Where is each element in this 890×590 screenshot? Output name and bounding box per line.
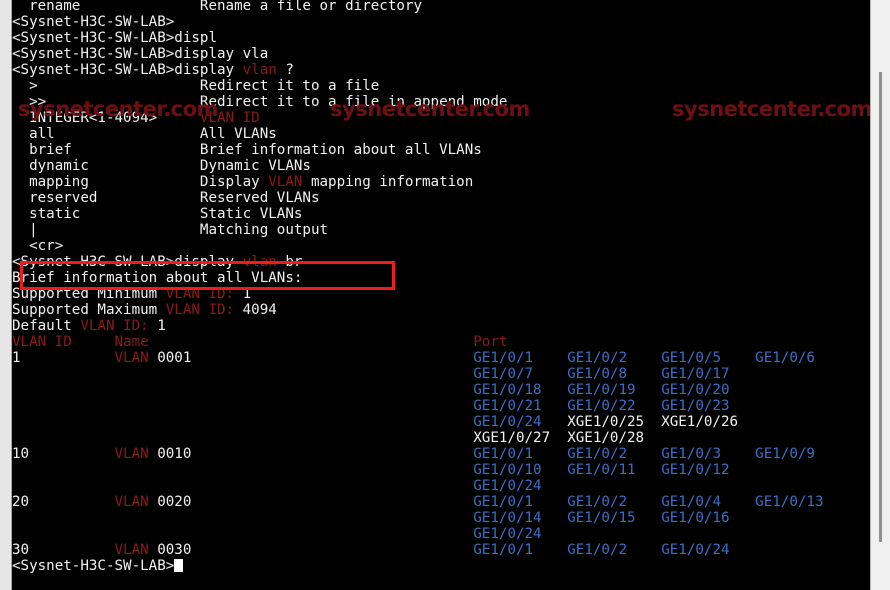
- terminal-line: <Sysnet-H3C-SW-LAB>display vlan br: [12, 254, 303, 270]
- terminal-line: > Redirect it to a file: [12, 78, 380, 94]
- terminal-line: 20 VLAN 0020 GE1/0/1 GE1/0/2 GE1/0/4 GE1…: [12, 494, 824, 510]
- terminal-line: GE1/0/14 GE1/0/15 GE1/0/16: [473, 510, 730, 526]
- terminal-line: <Sysnet-H3C-SW-LAB>: [12, 14, 175, 30]
- left-gutter: [0, 0, 12, 590]
- terminal-line: all All VLANs: [12, 126, 277, 142]
- terminal-line: XGE1/0/27 XGE1/0/28: [473, 430, 645, 446]
- terminal-line: static Static VLANs: [12, 206, 303, 222]
- terminal-screen[interactable]: rename Rename a file or directory <Sysnet…: [12, 0, 870, 590]
- terminal-line: GE1/0/10 GE1/0/11 GE1/0/12: [473, 462, 730, 478]
- terminal-line: GE1/0/24: [473, 478, 542, 494]
- terminal-line: Supported Maximum VLAN ID: 4094: [12, 302, 277, 318]
- terminal-line: <Sysnet-H3C-SW-LAB>display vla: [12, 46, 269, 62]
- terminal-line: >> Redirect it to a file in append mode: [12, 94, 508, 110]
- scrollbar-thumb[interactable]: [879, 72, 882, 542]
- terminal-line: GE1/0/18 GE1/0/19 GE1/0/20: [473, 382, 730, 398]
- terminal-line: brief Brief information about all VLANs: [12, 142, 482, 158]
- vertical-scrollbar[interactable]: [870, 0, 890, 590]
- terminal-line: | Matching output: [12, 222, 329, 238]
- terminal-line: mapping Display VLAN mapping information: [12, 174, 474, 190]
- terminal-line: GE1/0/24 XGE1/0/25 XGE1/0/26: [473, 414, 739, 430]
- terminal-line: <Sysnet-H3C-SW-LAB>display vlan ?: [12, 62, 294, 78]
- terminal-text-buffer: rename Rename a file or directory <Sysnet…: [12, 0, 870, 574]
- terminal-line: Default VLAN ID: 1: [12, 318, 166, 334]
- terminal-window: rename Rename a file or directory <Sysnet…: [0, 0, 890, 590]
- terminal-line: 10 VLAN 0010 GE1/0/1 GE1/0/2 GE1/0/3 GE1…: [12, 446, 815, 462]
- text-cursor: [174, 559, 184, 572]
- terminal-line: <cr>: [12, 238, 200, 254]
- terminal-line: GE1/0/24: [473, 526, 542, 542]
- terminal-line: dynamic Dynamic VLANs: [12, 158, 311, 174]
- terminal-line: GE1/0/7 GE1/0/8 GE1/0/17: [473, 366, 730, 382]
- terminal-line: VLAN ID Name Port: [12, 334, 508, 350]
- terminal-line: GE1/0/21 GE1/0/22 GE1/0/23: [473, 398, 730, 414]
- terminal-line: rename Rename a file or directory: [12, 0, 422, 14]
- terminal-line: 1 VLAN 0001 GE1/0/1 GE1/0/2 GE1/0/5 GE1/…: [12, 350, 815, 366]
- terminal-line: INTEGER<1-4094> VLAN ID: [12, 110, 260, 126]
- terminal-line: <Sysnet-H3C-SW-LAB>displ: [12, 30, 217, 46]
- terminal-line: <Sysnet-H3C-SW-LAB>: [12, 558, 870, 574]
- terminal-line: reserved Reserved VLANs: [12, 190, 320, 206]
- terminal-line: Supported Minimum VLAN ID: 1: [12, 286, 252, 302]
- terminal-line: Brief information about all VLANs:: [12, 270, 303, 286]
- terminal-line: 30 VLAN 0030 GE1/0/1 GE1/0/2 GE1/0/24: [12, 542, 730, 558]
